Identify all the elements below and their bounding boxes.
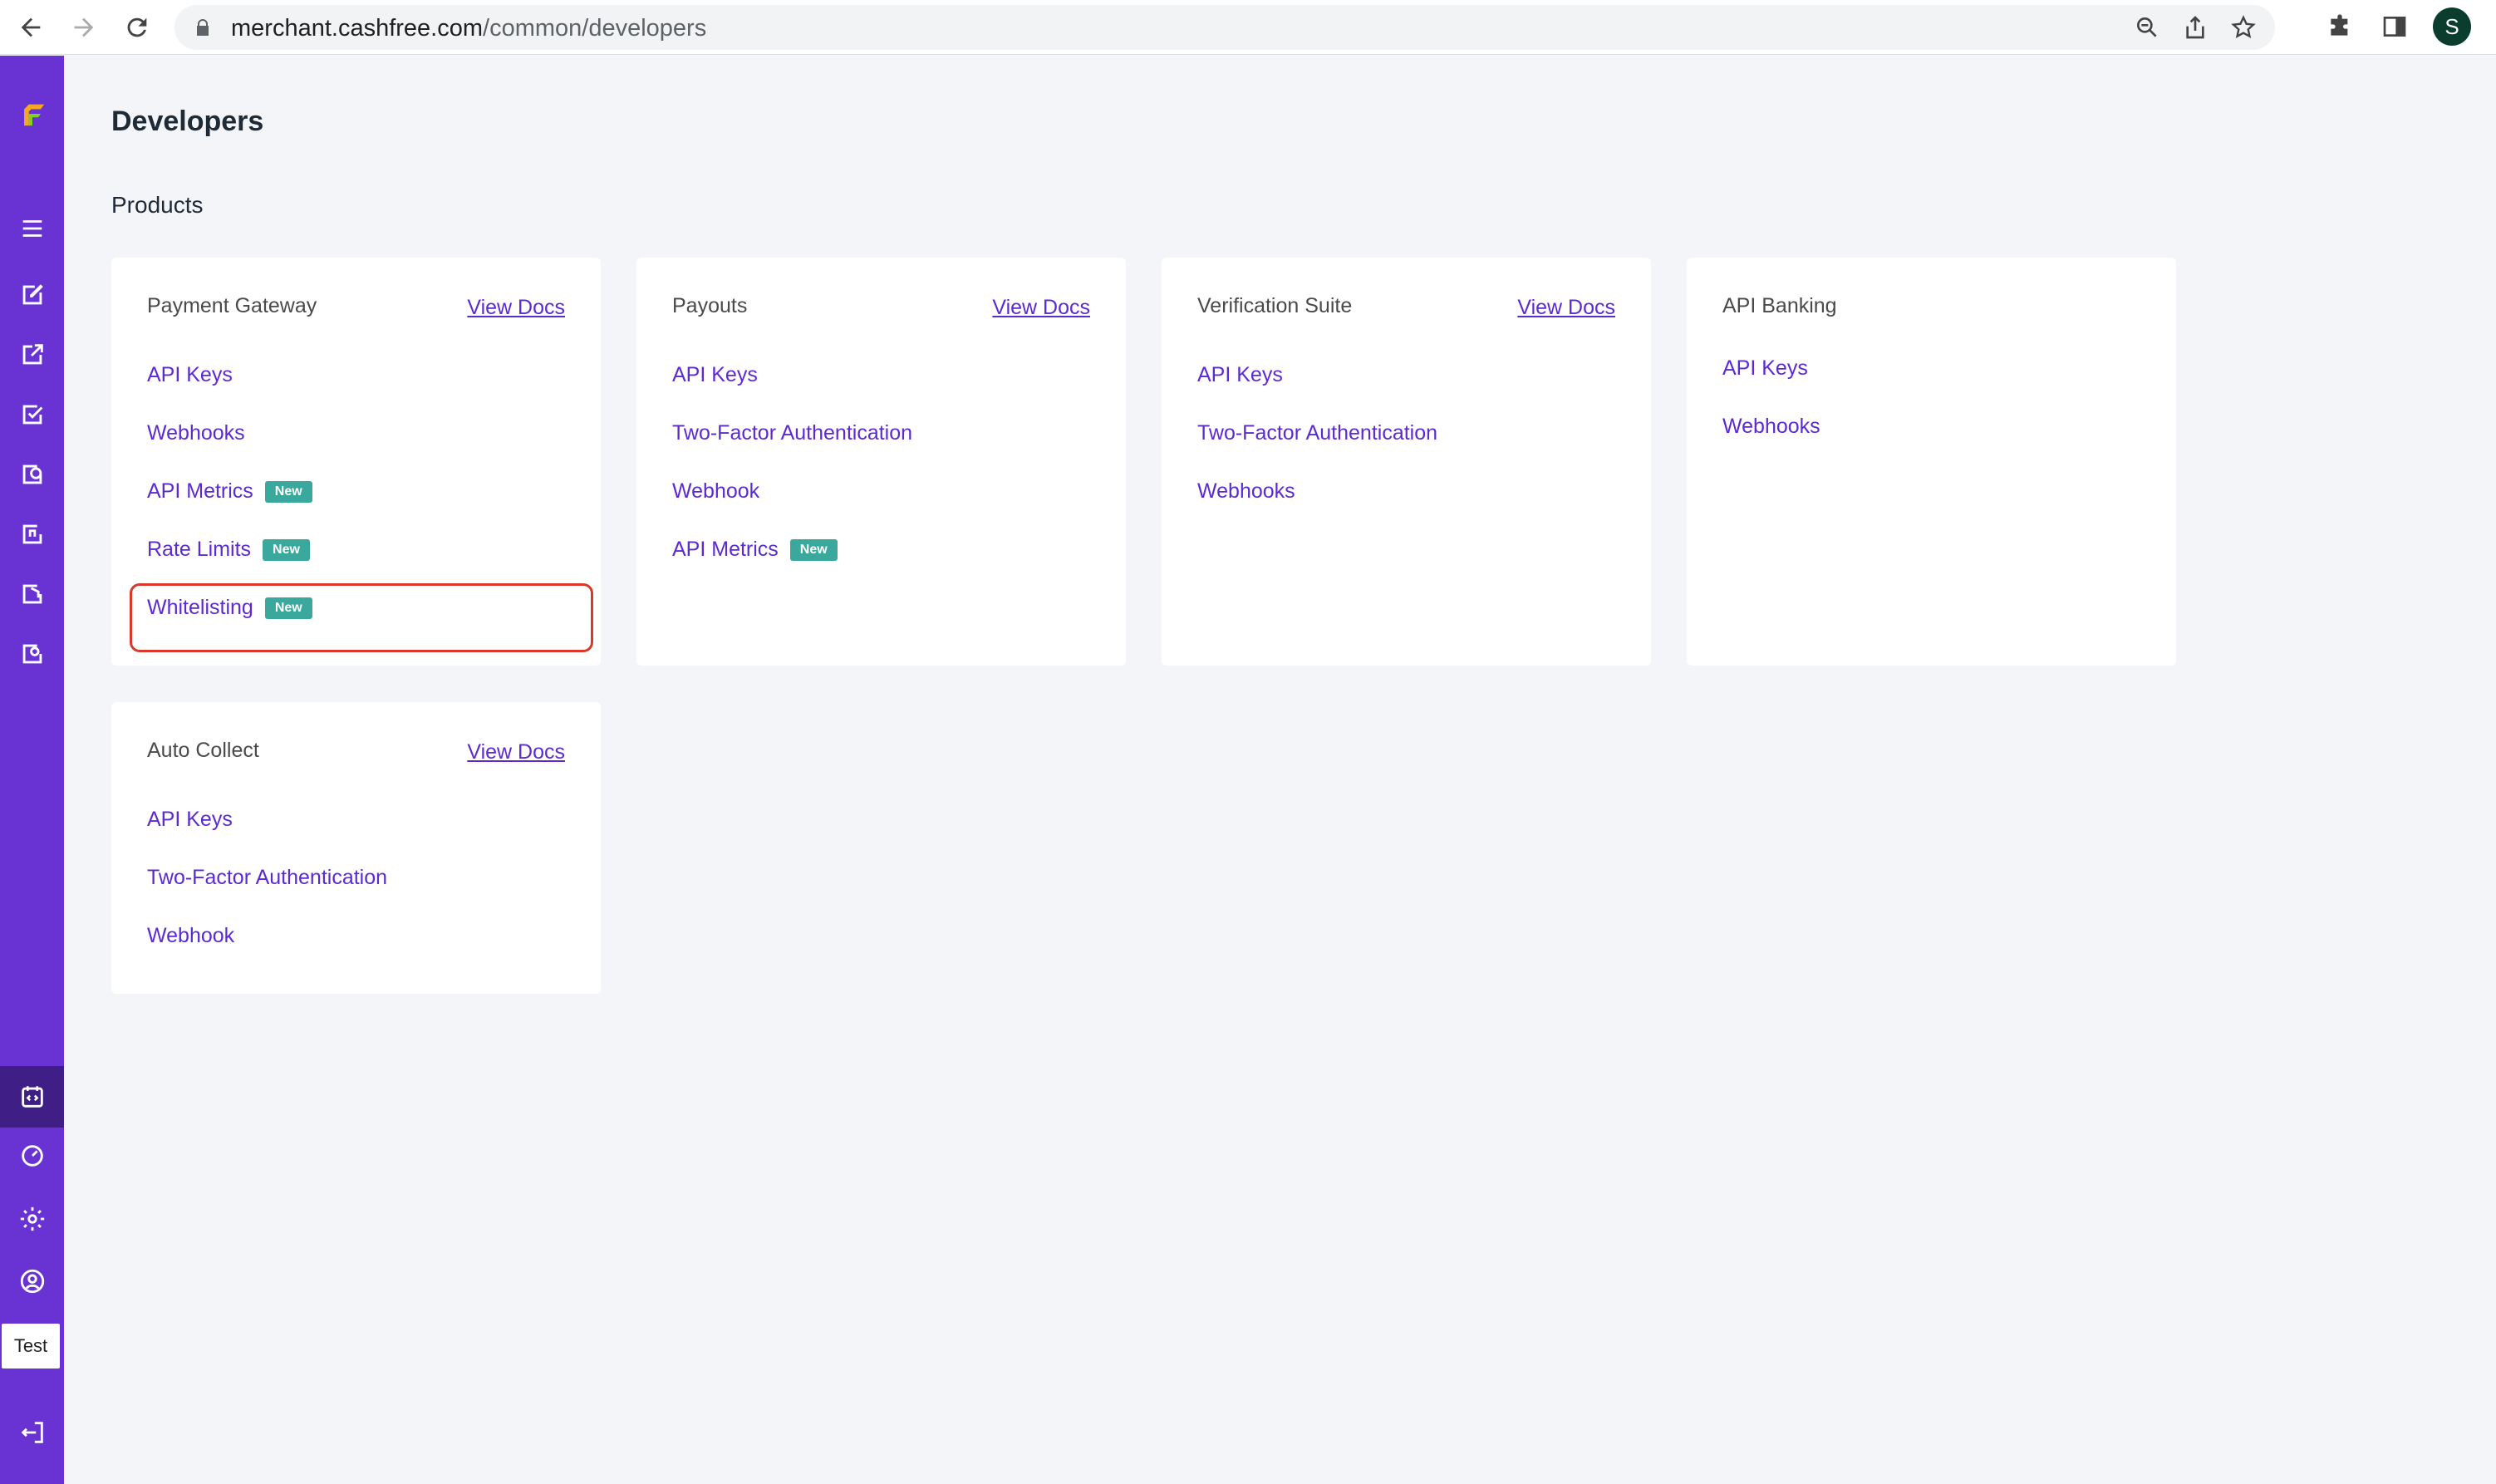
share-icon[interactable] [2180, 12, 2210, 42]
product-card-payment-gateway: Payment Gateway View Docs API Keys Webho… [111, 258, 601, 666]
link-label: API Metrics [672, 538, 779, 561]
api-keys-link[interactable]: API Keys [147, 808, 233, 832]
webhooks-link[interactable]: Webhooks [1722, 415, 1820, 439]
link-label: Whitelisting [147, 596, 253, 619]
two-factor-authentication-link[interactable]: Two-Factor Authentication [1197, 421, 1437, 445]
browser-toolbar: merchant.cashfree.com/common/developers … [0, 0, 2496, 55]
side-panel-icon[interactable] [2378, 7, 2411, 46]
product-card-auto-collect: Auto Collect View Docs API Keys Two-Fact… [111, 702, 601, 994]
view-docs-link[interactable]: View Docs [992, 296, 1090, 320]
customer-icon[interactable] [0, 629, 64, 679]
test-mode-badge[interactable]: Test [0, 1322, 61, 1370]
webhook-link[interactable]: Webhook [672, 479, 759, 504]
two-factor-authentication-link[interactable]: Two-Factor Authentication [672, 421, 912, 445]
product-card-payouts: Payouts View Docs API Keys Two-Factor Au… [636, 258, 1126, 666]
new-badge: New [789, 538, 838, 561]
lock-icon [197, 19, 209, 36]
refund-cycle-icon[interactable] [0, 450, 64, 499]
product-card-verification-suite: Verification Suite View Docs API Keys Tw… [1162, 258, 1651, 666]
cashfree-logo-icon[interactable] [0, 89, 64, 139]
whitelisting-link[interactable]: Whitelisting New [147, 596, 312, 620]
card-title: Payouts [672, 294, 748, 317]
forward-button[interactable] [65, 8, 103, 47]
url-host: merchant.cashfree.com [231, 15, 484, 42]
main-content: Developers Products Payment Gateway View… [64, 56, 2496, 1484]
payments-check-icon[interactable] [0, 390, 64, 440]
settlement-icon[interactable] [0, 569, 64, 619]
two-factor-authentication-link[interactable]: Two-Factor Authentication [147, 866, 387, 890]
account-profile-icon[interactable] [0, 1256, 64, 1306]
page-title: Developers [111, 106, 264, 137]
link-label: API Keys [672, 363, 758, 386]
api-metrics-link[interactable]: API Metrics New [147, 479, 312, 504]
card-title: Verification Suite [1197, 294, 1353, 317]
report-icon[interactable] [0, 509, 64, 559]
api-metrics-link[interactable]: API Metrics New [672, 538, 838, 562]
developers-code-icon[interactable] [0, 1066, 64, 1128]
webhooks-link[interactable]: Webhooks [147, 421, 245, 445]
new-badge: New [264, 480, 312, 503]
reload-button[interactable] [118, 8, 156, 47]
reload-icon [127, 17, 147, 37]
api-keys-link[interactable]: API Keys [1197, 363, 1283, 387]
menu-hamburger-icon[interactable] [0, 204, 64, 253]
link-label: Rate Limits [147, 538, 252, 561]
link-label: Two-Factor Authentication [147, 866, 388, 889]
url-text: merchant.cashfree.com/common/developers [231, 15, 706, 42]
product-card-api-banking: API Banking API Keys Webhooks [1687, 258, 2176, 666]
view-docs-link[interactable]: View Docs [467, 296, 565, 320]
bookmark-star-icon[interactable] [2228, 12, 2258, 42]
card-title: API Banking [1722, 294, 1837, 317]
link-label: API Metrics [147, 479, 253, 503]
api-keys-link[interactable]: API Keys [1722, 356, 1808, 381]
profile-avatar[interactable]: S [2433, 7, 2471, 46]
link-label: Webhook [672, 479, 760, 503]
link-label: API Keys [147, 808, 233, 831]
section-title: Products [111, 192, 204, 218]
link-label: Two-Factor Authentication [672, 421, 913, 445]
view-docs-link[interactable]: View Docs [467, 740, 565, 764]
api-keys-link[interactable]: API Keys [147, 363, 233, 387]
link-label: Webhooks [1722, 415, 1820, 438]
link-label: Webhook [147, 924, 235, 947]
address-bar[interactable]: merchant.cashfree.com/common/developers [174, 5, 2275, 50]
zoom-icon[interactable] [2132, 12, 2162, 42]
link-label: API Keys [147, 363, 233, 386]
export-document-icon[interactable] [0, 330, 64, 380]
back-arrow-icon [21, 17, 41, 37]
webhook-link[interactable]: Webhook [147, 924, 234, 948]
url-path: /common/developers [483, 15, 707, 42]
webhooks-link[interactable]: Webhooks [1197, 479, 1295, 504]
sidebar: Test [0, 56, 64, 1484]
card-title: Payment Gateway [147, 294, 317, 317]
edit-document-icon[interactable] [0, 270, 64, 320]
rate-limits-link[interactable]: Rate Limits New [147, 538, 310, 562]
link-label: API Keys [1197, 363, 1283, 386]
view-docs-link[interactable]: View Docs [1517, 296, 1615, 320]
new-badge: New [264, 597, 312, 619]
settings-gear-icon[interactable] [0, 1194, 64, 1244]
new-badge: New [263, 538, 310, 561]
link-label: Webhooks [147, 421, 245, 445]
forward-arrow-icon [74, 17, 94, 37]
api-keys-link[interactable]: API Keys [672, 363, 758, 387]
back-button[interactable] [12, 8, 50, 47]
analytics-dashboard-icon[interactable] [0, 1131, 64, 1181]
link-label: Two-Factor Authentication [1197, 421, 1438, 445]
extensions-puzzle-icon[interactable] [2323, 7, 2356, 46]
card-title: Auto Collect [147, 739, 259, 762]
link-label: API Keys [1722, 356, 1808, 380]
link-label: Webhooks [1197, 479, 1295, 503]
logout-icon[interactable] [0, 1408, 64, 1457]
